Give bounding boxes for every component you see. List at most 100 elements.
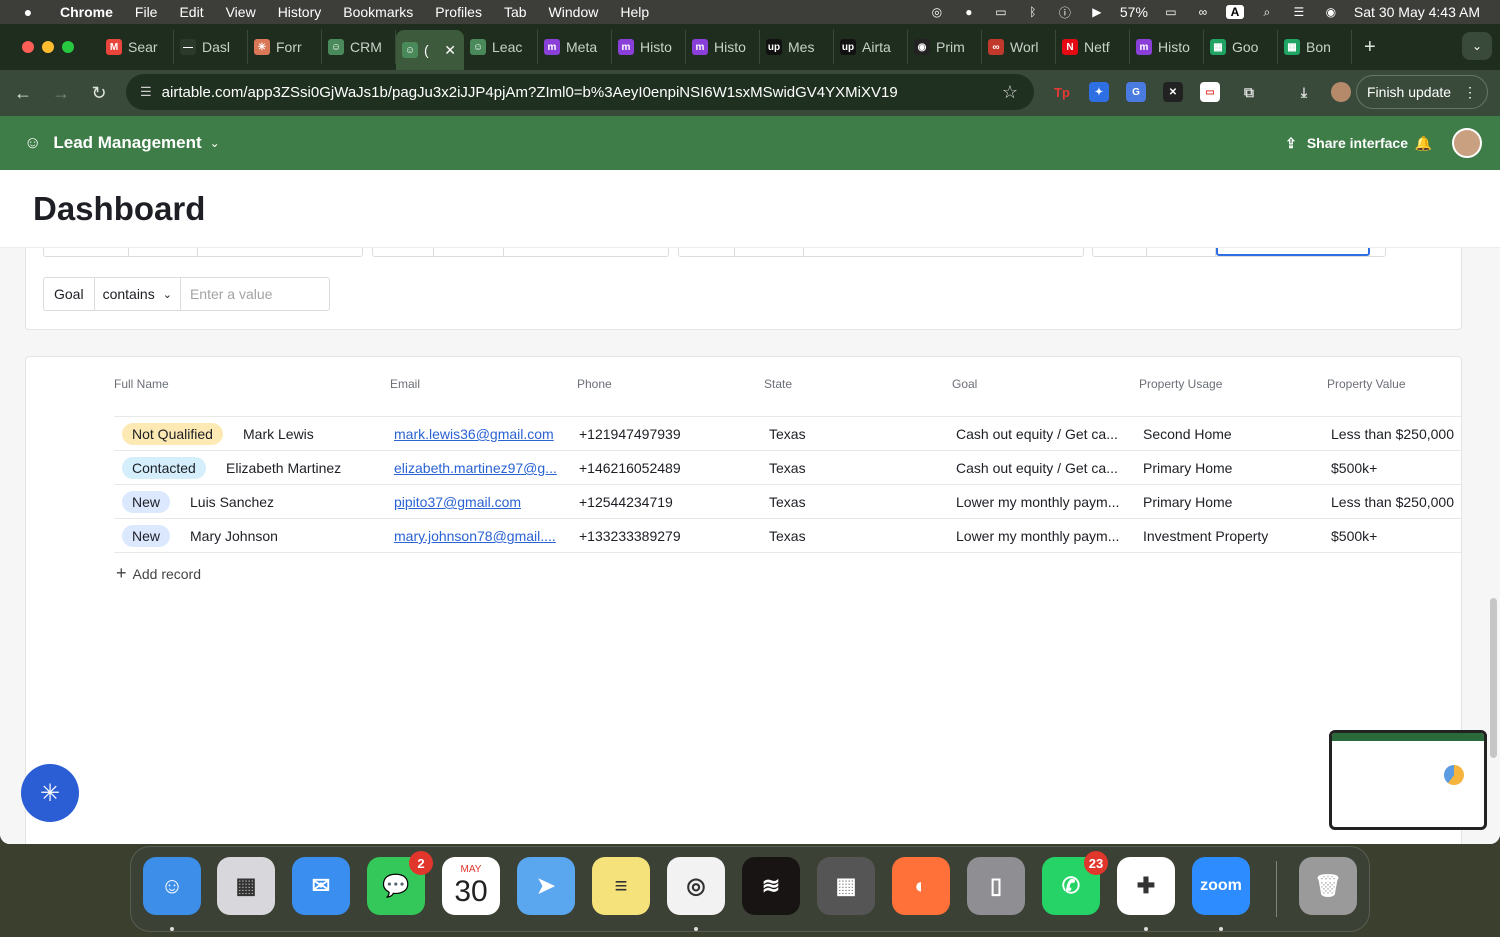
browser-tab[interactable]: ◉ Prim <box>908 30 982 64</box>
column-header-property-usage[interactable]: Property Usage <box>1139 377 1222 391</box>
table-row[interactable]: Contacted Elizabeth Martinez elizabeth.mar… <box>114 451 1461 485</box>
chrome-icon[interactable]: ◎ <box>667 857 725 915</box>
assistant-fab-button[interactable]: ✳ <box>21 764 79 822</box>
forward-button[interactable]: → <box>42 83 80 104</box>
spotify-icon[interactable]: ≋ <box>742 857 800 915</box>
spotlight-search-icon[interactable]: ⌕ <box>1258 5 1276 19</box>
menu-bookmarks[interactable]: Bookmarks <box>343 4 413 20</box>
url-text[interactable]: airtable.com/app3ZSsi0GjWaJs1b/pagJu3x2i… <box>162 84 898 101</box>
back-button[interactable]: ← <box>4 83 42 104</box>
browser-tab[interactable]: m Histo <box>612 30 686 64</box>
bookmark-star-icon[interactable]: ☆ <box>1002 82 1018 103</box>
slack-icon[interactable]: ✚ <box>1117 857 1175 915</box>
browser-tab[interactable]: up Airta <box>834 30 908 64</box>
accessibility-icon[interactable]: ⓘ <box>1056 5 1074 20</box>
close-window-button[interactable] <box>22 41 34 53</box>
menu-history[interactable]: History <box>278 4 322 20</box>
screenshot-thumbnail-preview[interactable] <box>1329 730 1487 830</box>
play-icon[interactable]: ▶ <box>1088 5 1106 19</box>
menu-help[interactable]: Help <box>620 4 649 20</box>
cell-email[interactable]: pipito37@gmail.com <box>394 494 521 510</box>
user-avatar[interactable] <box>1452 128 1482 158</box>
calendar-icon[interactable]: MAY 30 <box>442 857 500 915</box>
finish-update-button[interactable]: Finish update ⋮ <box>1356 75 1488 109</box>
browser-tab[interactable]: ✳ Forr <box>248 30 322 64</box>
siri-icon[interactable]: ◉ <box>1322 5 1340 19</box>
filter-goal-input[interactable]: Enter a value <box>181 278 282 310</box>
address-bar[interactable]: ☰ airtable.com/app3ZSsi0GjWaJs1b/pagJu3x… <box>126 74 1034 110</box>
extension-red-icon[interactable]: ▭ <box>1200 82 1220 102</box>
launchpad-icon[interactable]: ▦ <box>217 857 275 915</box>
interface-name[interactable]: Lead Management <box>53 133 201 153</box>
notifications-bell-icon[interactable]: 🔔 <box>1415 135 1432 152</box>
user-icon[interactable]: ● <box>960 5 978 19</box>
column-header-property-value[interactable]: Property Value <box>1327 377 1406 391</box>
browser-tab[interactable]: ∞ Worl <box>982 30 1056 64</box>
new-tab-button[interactable]: + <box>1364 36 1376 59</box>
battery-icon[interactable]: ▭ <box>1162 5 1180 19</box>
iphone-mirroring-icon[interactable]: ▯ <box>967 857 1025 915</box>
menu-profiles[interactable]: Profiles <box>435 4 482 20</box>
zoom-icon[interactable]: zoom <box>1192 857 1250 915</box>
cell-email[interactable]: elizabeth.martinez97@g... <box>394 460 557 476</box>
screen-mirroring-icon[interactable]: ▭ <box>992 5 1010 19</box>
menu-app-name[interactable]: Chrome <box>60 4 113 20</box>
control-center-icon[interactable]: ☰ <box>1290 5 1308 19</box>
column-header-state[interactable]: State <box>764 377 792 391</box>
column-header-phone[interactable]: Phone <box>577 377 612 391</box>
extension-blue-icon[interactable]: ✦ <box>1089 82 1109 102</box>
menu-tab[interactable]: Tab <box>504 4 527 20</box>
menu-window[interactable]: Window <box>549 4 599 20</box>
reload-button[interactable]: ↻ <box>80 83 118 104</box>
add-record-button[interactable]: + Add record <box>116 563 201 584</box>
input-source-icon[interactable]: A <box>1225 5 1244 19</box>
extension-tp-icon[interactable]: Tp <box>1052 82 1072 102</box>
zoom-status-icon[interactable]: ◎ <box>928 5 946 19</box>
extension-dark-icon[interactable]: ✕ <box>1163 82 1183 102</box>
browser-tab[interactable]: ▦ Bon <box>1278 30 1352 64</box>
tab-search-button[interactable]: ⌄ <box>1462 32 1492 60</box>
google-translate-icon[interactable]: G <box>1126 82 1146 102</box>
notes-icon[interactable]: ≡ <box>592 857 650 915</box>
menu-edit[interactable]: Edit <box>179 4 203 20</box>
link-icon[interactable]: ∞ <box>1194 5 1212 19</box>
maps-icon[interactable]: ➤ <box>517 857 575 915</box>
browser-tab[interactable]: m Meta <box>538 30 612 64</box>
menu-file[interactable]: File <box>135 4 158 20</box>
firefox-icon[interactable]: ◐ <box>892 857 950 915</box>
browser-tab[interactable]: ☺ Leac <box>464 30 538 64</box>
finder-icon[interactable]: ☺ <box>143 857 201 915</box>
whatsapp-icon[interactable]: ✆ 23 <box>1042 851 1108 915</box>
cell-email[interactable]: mary.johnson78@gmail.... <box>394 528 556 544</box>
messages-icon[interactable]: 💬 2 <box>367 851 433 915</box>
browser-tab[interactable]: ▦ Goo <box>1204 30 1278 64</box>
browser-tab[interactable]: M Sear <box>100 30 174 64</box>
trash-icon[interactable]: 🗑 <box>1299 857 1357 915</box>
browser-tab[interactable]: m Histo <box>1130 30 1204 64</box>
column-header-goal[interactable]: Goal <box>952 377 977 391</box>
site-info-icon[interactable]: ☰ <box>140 84 152 100</box>
menu-view[interactable]: View <box>226 4 256 20</box>
zoom-window-button[interactable] <box>62 41 74 53</box>
browser-tab[interactable]: N Netf <box>1056 30 1130 64</box>
browser-tab[interactable]: m Histo <box>686 30 760 64</box>
column-header-email[interactable]: Email <box>390 377 420 391</box>
apple-menu-icon[interactable]: ● <box>20 4 36 20</box>
browser-tab[interactable]: — Dasl <box>174 30 248 64</box>
profile-avatar[interactable] <box>1331 82 1351 102</box>
browser-tab[interactable]: up Mes <box>760 30 834 64</box>
mail-icon[interactable]: ✉ <box>292 857 350 915</box>
browser-tab[interactable]: ☺ (✕ <box>396 30 464 70</box>
page-scrollbar[interactable] <box>1490 598 1497 758</box>
table-row[interactable]: New Luis Sanchez pipito37@gmail.com +125442… <box>114 485 1461 519</box>
table-row[interactable]: Not Qualified Mark Lewis mark.lewis36@gmai… <box>114 417 1461 451</box>
calculator-icon[interactable]: ▦ <box>817 857 875 915</box>
column-header-full-name[interactable]: Full Name <box>114 377 169 391</box>
menubar-datetime[interactable]: Sat 30 May 4:43 AM <box>1354 4 1480 20</box>
downloads-icon[interactable]: ⤓ <box>1294 82 1314 102</box>
bluetooth-icon[interactable]: ᛒ <box>1024 5 1042 19</box>
extensions-puzzle-icon[interactable]: ⧉ <box>1239 82 1259 102</box>
minimize-window-button[interactable] <box>42 41 54 53</box>
more-menu-icon[interactable]: ⋮ <box>1463 84 1477 101</box>
close-tab-icon[interactable]: ✕ <box>444 42 456 59</box>
